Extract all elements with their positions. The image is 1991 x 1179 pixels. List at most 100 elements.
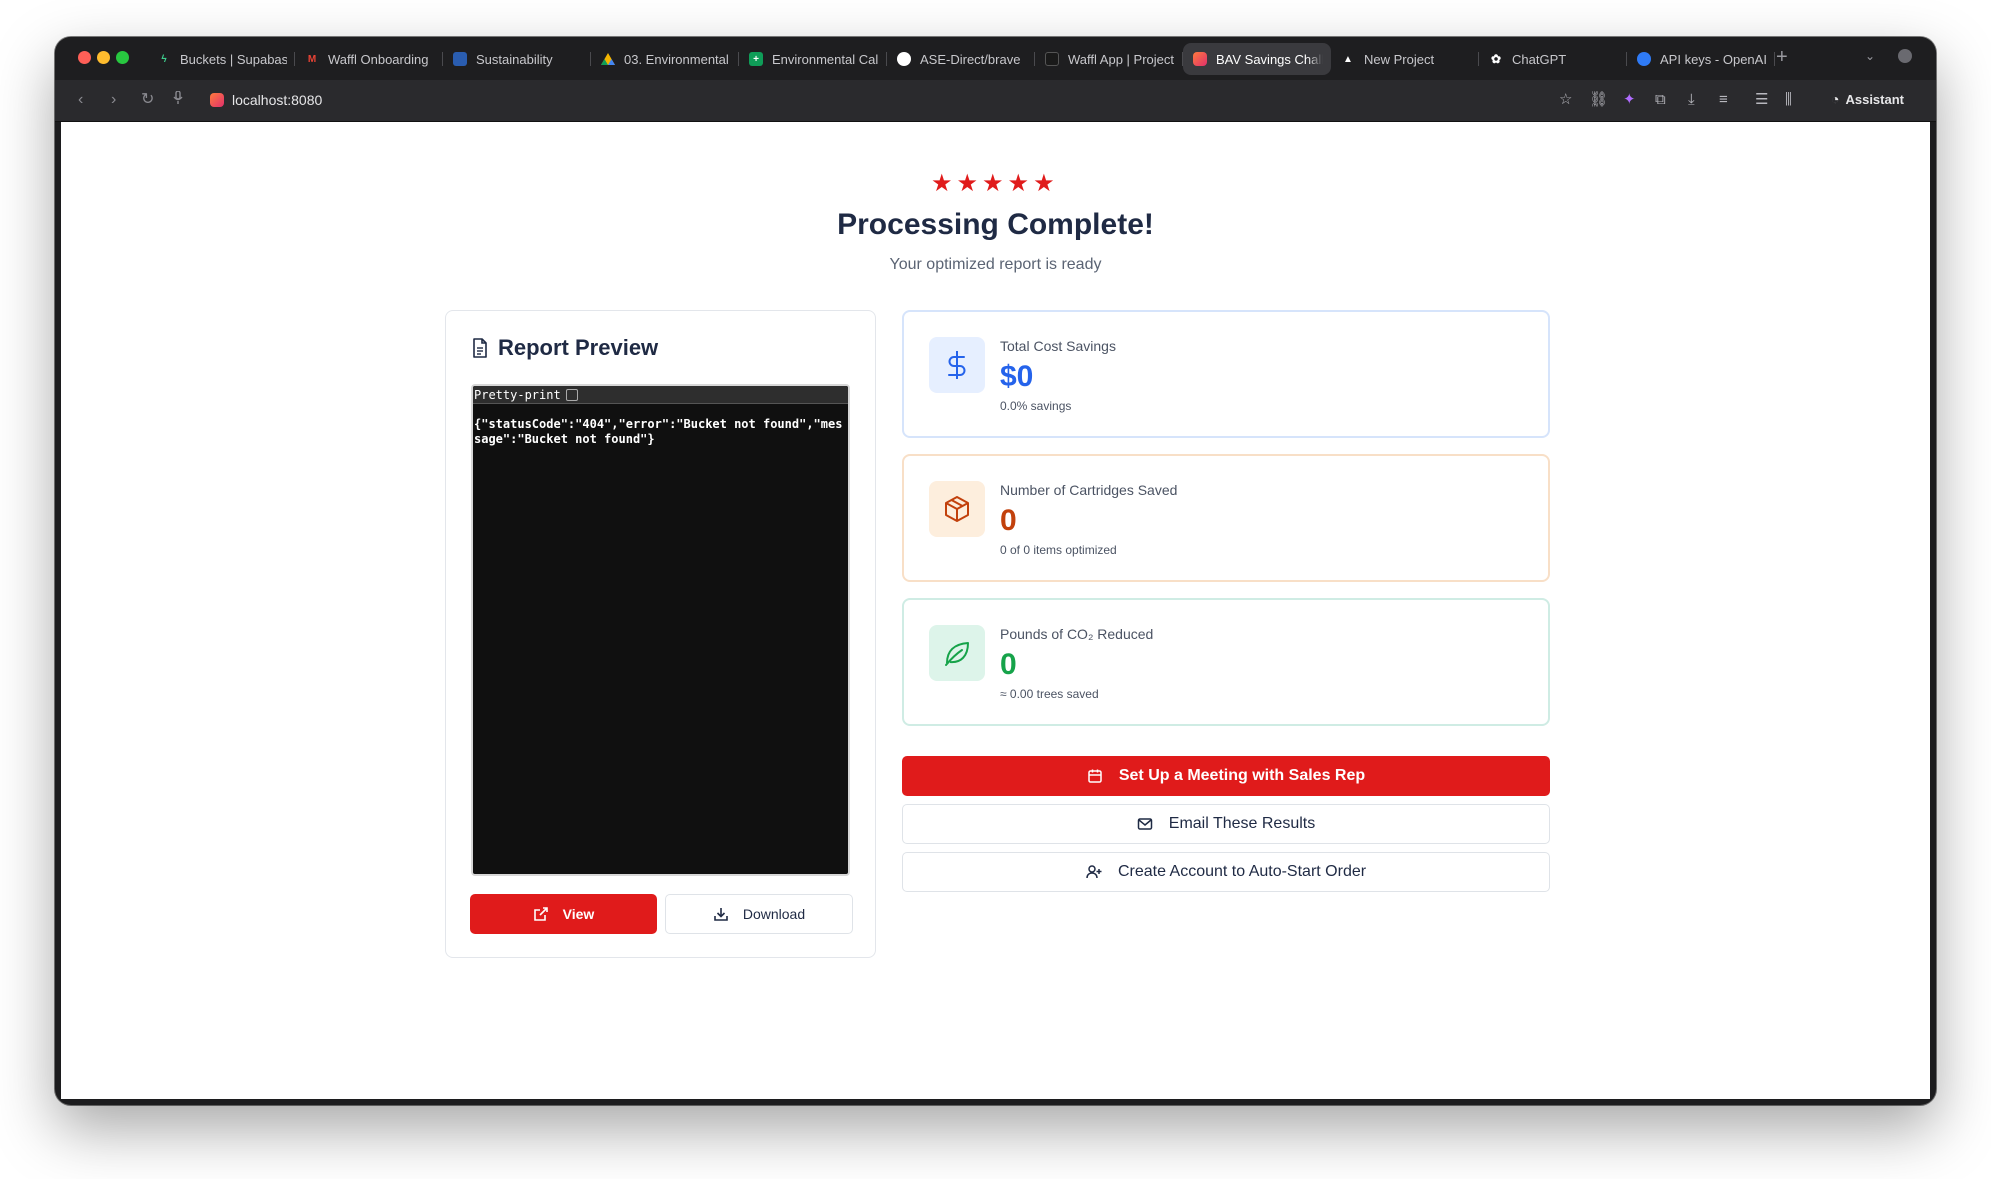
report-preview-header: Report Preview <box>472 335 658 361</box>
email-results-button[interactable]: Email These Results <box>902 804 1550 844</box>
cartridges-saved-value: 0 <box>1000 504 1017 537</box>
tab-title: ASE-Direct/brave <box>920 51 1021 67</box>
extensions-icon[interactable]: ⧉ <box>1655 91 1666 109</box>
star-icon: ★ <box>931 170 953 197</box>
pretty-print-checkbox[interactable] <box>565 388 578 401</box>
tab-title: Waffl Onboarding <box>328 51 429 67</box>
share-link-icon[interactable]: ⛓ <box>1589 91 1608 109</box>
slides-icon <box>453 52 467 66</box>
tab-bav-savings[interactable]: BAV Savings Chall <box>1183 43 1331 75</box>
cost-savings-percent: 0.0% savings <box>1000 399 1072 413</box>
tab-title: Environmental Cal <box>772 51 879 67</box>
tab-title: Buckets | Supabase <box>180 51 287 67</box>
page-subtitle: Your optimized report is ready <box>889 256 1102 273</box>
maximize-window-button[interactable] <box>116 51 129 64</box>
reload-icon[interactable]: ↻ <box>141 91 154 109</box>
tab-list: ϟ Buckets | Supabase M Waffl Onboarding … <box>147 43 1775 75</box>
cost-savings-value: $0 <box>1000 360 1034 393</box>
schedule-meeting-label: Set Up a Meeting with Sales Rep <box>1118 767 1366 784</box>
url-text: localhost:8080 <box>232 92 323 108</box>
co2-reduced-label: Pounds of CO₂ Reduced <box>1000 626 1154 642</box>
address-bar[interactable]: localhost:8080 <box>210 92 322 108</box>
lovable-icon <box>1193 52 1207 66</box>
co2-reduced-card: Pounds of CO₂ Reduced 0 ≈ 0.00 trees sav… <box>902 598 1550 726</box>
tab-new-project[interactable]: ▲ New Project <box>1331 43 1479 75</box>
trees-saved-text: ≈ 0.00 trees saved <box>1000 687 1099 701</box>
bookmark-star-icon[interactable]: ☆ <box>1559 91 1572 109</box>
tab-environmental-calc[interactable]: + Environmental Cal <box>739 43 887 75</box>
minimize-window-button[interactable] <box>97 51 110 64</box>
page-content: ★ ★ ★ ★ ★ Processing Complete! Your opti… <box>61 122 1930 1099</box>
tab-chatgpt[interactable]: ✿ ChatGPT <box>1479 43 1627 75</box>
download-button[interactable]: Download <box>665 894 853 934</box>
cost-savings-label: Total Cost Savings <box>1000 338 1116 354</box>
ai-sparkle-icon[interactable]: ✦ <box>1623 91 1636 109</box>
email-results-label: Email These Results <box>1168 815 1316 832</box>
supabase-icon: ϟ <box>161 53 167 65</box>
extension-icon[interactable] <box>1898 49 1912 63</box>
cartridges-optimized-count: 0 of 0 items optimized <box>1000 543 1117 557</box>
star-icon: ★ <box>1007 170 1030 197</box>
assistant-label: Assistant <box>1845 91 1904 107</box>
google-sheets-icon: + <box>749 52 763 66</box>
reading-list-icon[interactable]: ≡ <box>1719 91 1728 109</box>
tab-title: ChatGPT <box>1512 51 1567 67</box>
tab-github[interactable]: ASE-Direct/brave <box>887 43 1035 75</box>
download-icon[interactable]: ⤓ <box>1688 91 1695 109</box>
reader-mode-icon[interactable]: ☰ <box>1755 91 1768 109</box>
cartridges-saved-card: Number of Cartridges Saved 0 0 of 0 item… <box>902 454 1550 582</box>
view-label: View <box>562 906 595 922</box>
co2-icon-box <box>929 625 985 681</box>
document-icon <box>473 338 487 358</box>
vercel-icon: ▲ <box>1343 53 1353 65</box>
app-icon <box>1045 52 1059 66</box>
cost-icon-box <box>929 337 985 393</box>
openai-platform-icon <box>1637 52 1651 66</box>
tab-supabase-buckets[interactable]: ϟ Buckets | Supabase <box>147 43 295 75</box>
microphone-icon[interactable] <box>173 90 183 110</box>
leaf-icon <box>945 642 969 666</box>
new-tab-button[interactable]: + <box>1776 47 1788 67</box>
cost-savings-card: Total Cost Savings $0 0.0% savings <box>902 310 1550 438</box>
dollar-icon <box>948 351 966 379</box>
google-drive-icon <box>601 52 615 66</box>
pretty-print-bar: Pretty-print <box>473 386 848 404</box>
back-icon[interactable]: ‹ <box>78 91 83 109</box>
star-icon: ★ <box>956 170 979 197</box>
browser-toolbar: ‹ › ↻ localhost:8080 ☆ ⛓ ✦ ⧉ ⤓ ≡ ☰ ⫼ ◔ A… <box>55 80 1936 122</box>
mail-icon <box>1137 818 1153 830</box>
forward-icon[interactable]: › <box>111 91 116 109</box>
cartridges-icon-box <box>929 481 985 537</box>
close-window-button[interactable] <box>78 51 91 64</box>
tab-waffl-app[interactable]: Waffl App | Project <box>1035 43 1183 75</box>
create-account-label: Create Account to Auto-Start Order <box>1117 863 1367 880</box>
download-icon <box>714 908 728 921</box>
report-preview-frame[interactable]: Pretty-print {"statusCode":"404","error"… <box>471 384 850 876</box>
view-button[interactable]: View <box>470 894 657 934</box>
create-account-button[interactable]: Create Account to Auto-Start Order <box>902 852 1550 892</box>
star-icon: ★ <box>1033 170 1055 197</box>
tab-sustainability[interactable]: Sustainability <box>443 43 591 75</box>
tab-waffl-onboarding[interactable]: M Waffl Onboarding <box>295 43 443 75</box>
pretty-print-label: Pretty-print <box>474 387 561 402</box>
tab-title: Waffl App | Project <box>1068 51 1174 67</box>
tab-title: API keys - OpenAI <box>1660 51 1767 67</box>
co2-reduced-value: 0 <box>1000 648 1017 681</box>
site-favicon-icon <box>210 93 224 107</box>
tab-openai-api-keys[interactable]: API keys - OpenAI <box>1627 43 1775 75</box>
assistant-icon: ◔ <box>1831 91 1840 107</box>
tab-environmental-folder[interactable]: 03. Environmental <box>591 43 739 75</box>
page-title: Processing Complete! <box>837 208 1154 241</box>
report-preview-card: Report Preview Pretty-print {"statusCode… <box>445 310 876 958</box>
tab-strip: ϟ Buckets | Supabase M Waffl Onboarding … <box>55 37 1936 80</box>
assistant-button[interactable]: ◔ Assistant <box>1831 91 1904 107</box>
package-icon <box>945 496 969 522</box>
json-response-text: {"statusCode":"404","error":"Bucket not … <box>474 417 843 446</box>
audio-wave-icon[interactable]: ⫼ <box>1785 91 1792 109</box>
browser-window: ϟ Buckets | Supabase M Waffl Onboarding … <box>55 37 1936 1105</box>
tab-overview-chevron-icon[interactable]: ⌄ <box>1865 49 1875 63</box>
openai-icon: ✿ <box>1490 52 1502 66</box>
schedule-meeting-button[interactable]: Set Up a Meeting with Sales Rep <box>902 756 1550 796</box>
cartridges-saved-label: Number of Cartridges Saved <box>1000 482 1178 498</box>
star-icon: ★ <box>982 170 1004 197</box>
